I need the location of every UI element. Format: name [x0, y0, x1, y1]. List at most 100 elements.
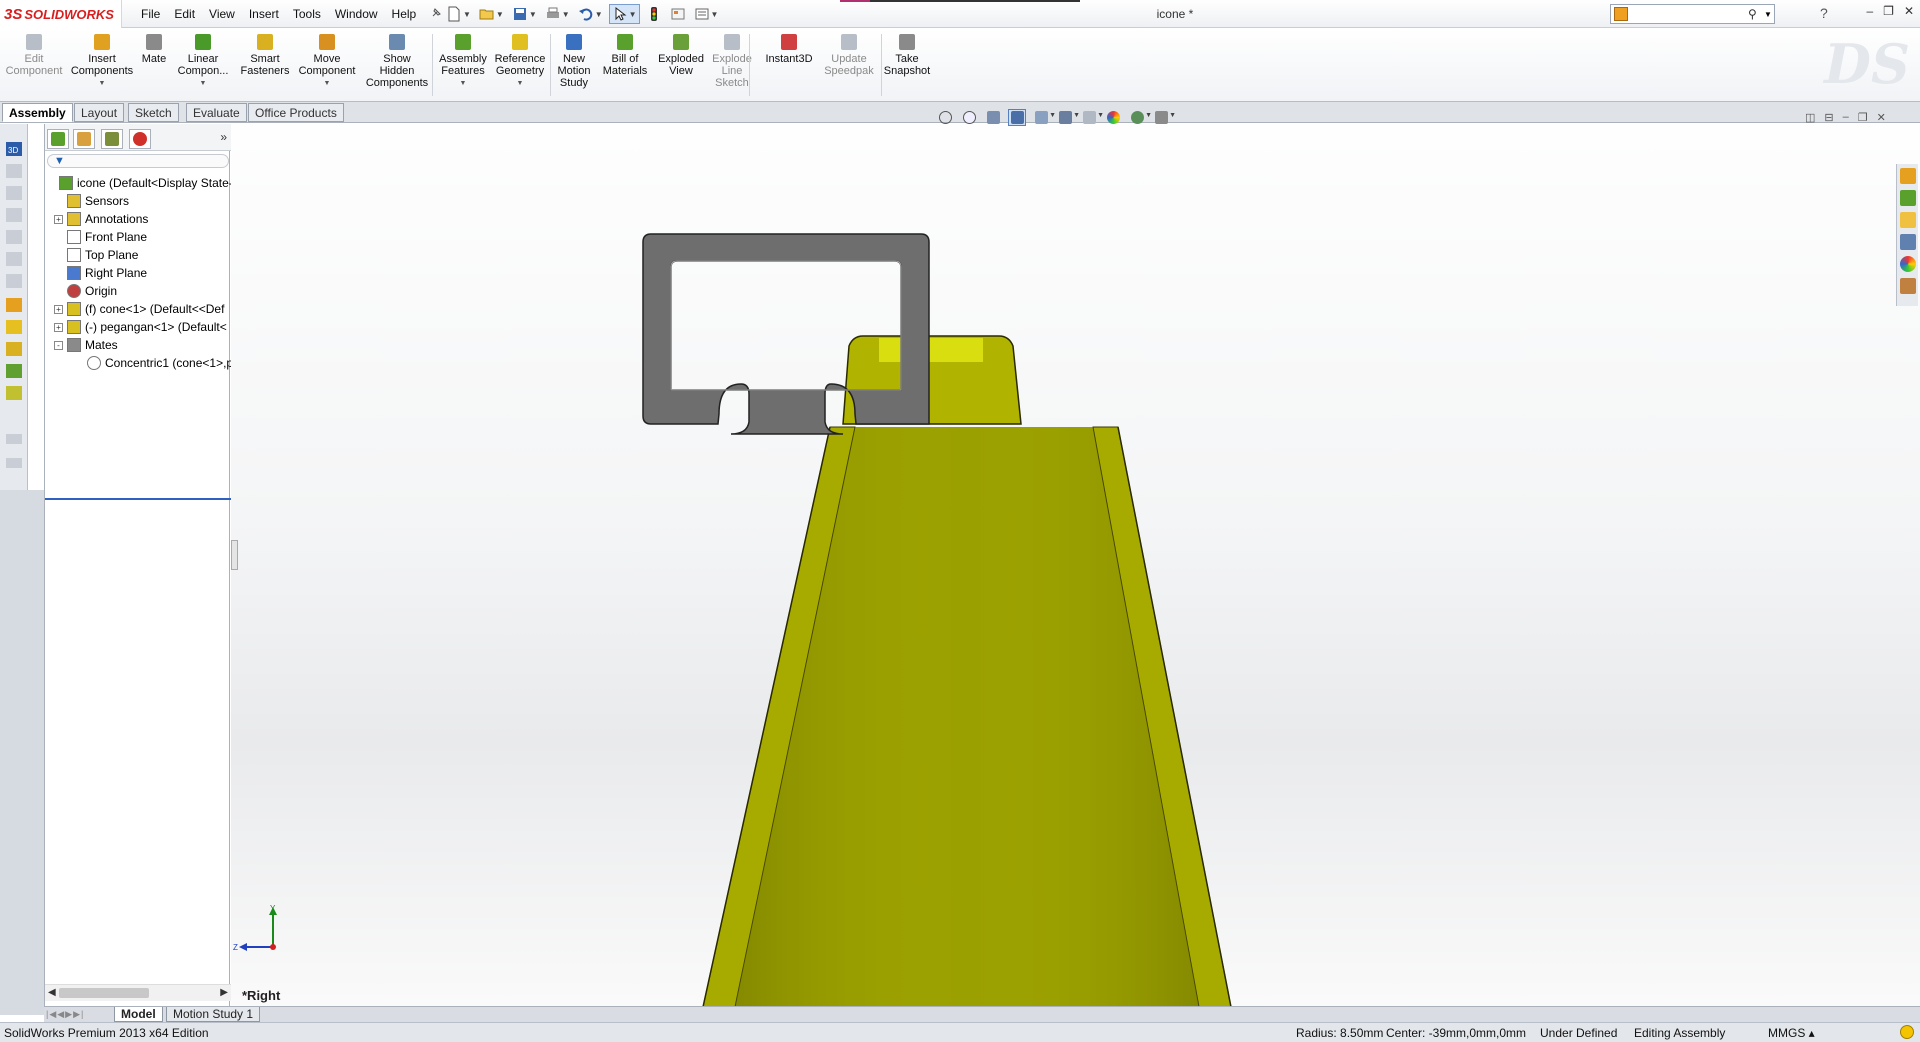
relations-icon[interactable]	[6, 320, 22, 334]
display-manager-tab[interactable]	[129, 129, 151, 149]
tree-item[interactable]: + Annotations	[45, 210, 231, 228]
plane-tool-icon[interactable]	[6, 458, 22, 468]
minimize-button[interactable]: –	[1866, 4, 1873, 18]
dropdown-arrow-icon[interactable]: ▼	[200, 78, 207, 90]
appearances-icon[interactable]	[1900, 256, 1916, 272]
tree-item[interactable]: Front Plane	[45, 228, 231, 246]
scroll-left-icon[interactable]: ◀	[48, 987, 56, 998]
tree-item[interactable]: Top Plane	[45, 246, 231, 264]
save-button[interactable]: ▼	[510, 4, 539, 24]
configuration-manager-tab[interactable]	[101, 129, 123, 149]
dropdown-arrow-icon[interactable]: ▼	[99, 78, 106, 90]
edit-component-command[interactable]: Edit Component	[0, 34, 68, 77]
tree-item[interactable]: Sensors	[45, 192, 231, 210]
file-explorer-icon[interactable]	[1900, 212, 1916, 228]
search-input[interactable]	[1628, 8, 1748, 20]
spline-icon[interactable]	[6, 274, 22, 288]
scroll-thumb[interactable]	[59, 988, 149, 998]
tree-item[interactable]: + (-) pegangan<1> (Default<	[45, 318, 231, 336]
tab-office-products[interactable]: Office Products	[248, 103, 344, 122]
viewport-split-icon[interactable]: ◫	[1805, 111, 1815, 124]
tree-filter[interactable]: ▼	[47, 154, 229, 168]
search-dropdown-icon[interactable]: ▼	[1762, 10, 1774, 19]
tab-assembly[interactable]: Assembly	[2, 103, 73, 122]
help-icon[interactable]: ?	[1820, 5, 1828, 21]
zoom-to-area-button[interactable]	[960, 109, 978, 126]
dropdown-arrow-icon[interactable]: ▼	[324, 78, 331, 90]
rebuild-button[interactable]	[644, 4, 664, 24]
expand-icon[interactable]: +	[54, 305, 63, 314]
viewport-tile-icon[interactable]: ⊟	[1824, 111, 1833, 124]
arc-icon[interactable]	[6, 252, 22, 266]
viewport-restore-icon[interactable]: ❐	[1858, 111, 1868, 124]
convert-entities-icon[interactable]	[6, 386, 22, 400]
dimension-icon[interactable]	[6, 298, 22, 312]
menu-help[interactable]: Help	[385, 7, 424, 21]
show-hidden-command[interactable]: Show Hidden Components	[363, 34, 431, 89]
apply-scene-button[interactable]: ▼	[1128, 109, 1152, 126]
linear-pattern-command[interactable]: Linear Compon... ▼	[169, 34, 237, 90]
previous-view-button[interactable]	[984, 109, 1002, 126]
line-icon[interactable]	[6, 186, 22, 200]
dropdown-arrow-icon[interactable]: ▼	[460, 78, 467, 90]
sketch-fillet-icon[interactable]	[6, 342, 22, 356]
instant3d-command[interactable]: Instant3D	[755, 34, 823, 65]
search-box[interactable]: ⚲ ▼	[1610, 4, 1775, 24]
property-manager-tab[interactable]	[73, 129, 95, 149]
options-button[interactable]: ▼	[692, 4, 721, 24]
sketch-tool-icon[interactable]	[6, 434, 22, 444]
circle-icon[interactable]	[6, 230, 22, 244]
menu-edit[interactable]: Edit	[167, 7, 202, 21]
rollback-bar[interactable]	[45, 498, 231, 500]
tree-item[interactable]: + (f) cone<1> (Default<<Def	[45, 300, 231, 318]
edit-appearance-button[interactable]	[1104, 109, 1122, 126]
move-component-command[interactable]: Move Component ▼	[293, 34, 361, 90]
viewport-minimize-icon[interactable]: –	[1843, 111, 1849, 124]
rebuild-status-icon[interactable]	[1900, 1025, 1914, 1039]
rectangle-icon[interactable]	[6, 208, 22, 222]
snapshot-command[interactable]: Take Snapshot	[873, 34, 941, 77]
tab-model[interactable]: Model	[114, 1007, 163, 1022]
tree-item[interactable]: - Mates	[45, 336, 231, 354]
tab-navigation-arrows[interactable]: |◀◀▶▶|	[46, 1009, 84, 1020]
tab-motion-study-1[interactable]: Motion Study 1	[166, 1007, 261, 1022]
sketch-3d-icon[interactable]: 3D	[6, 142, 22, 156]
print-button[interactable]: ▼	[543, 4, 572, 24]
select-button[interactable]: ▼	[608, 4, 640, 24]
expand-panel-icon[interactable]: »	[220, 130, 227, 144]
scroll-right-icon[interactable]: ▶	[220, 987, 228, 998]
search-icon[interactable]: ⚲	[1748, 7, 1762, 21]
collapse-icon[interactable]: -	[54, 341, 63, 350]
new-document-button[interactable]: ▼	[444, 4, 473, 24]
custom-properties-icon[interactable]	[1900, 278, 1916, 294]
tab-evaluate[interactable]: Evaluate	[186, 103, 247, 122]
view-settings-button[interactable]: ▼	[1152, 109, 1176, 126]
menu-view[interactable]: View	[202, 7, 242, 21]
view-orientation-button[interactable]: ▼	[1032, 109, 1056, 126]
tree-item[interactable]: Right Plane	[45, 264, 231, 282]
menu-window[interactable]: Window	[328, 7, 385, 21]
tab-sketch[interactable]: Sketch	[128, 103, 179, 122]
tree-item[interactable]: Concentric1 (cone<1>,p	[45, 354, 231, 372]
menu-file[interactable]: File	[134, 7, 167, 21]
solidworks-logo[interactable]: 3S SOLIDWORKS	[0, 0, 122, 28]
feature-tree-tab[interactable]	[47, 129, 69, 149]
smart-dimension-icon[interactable]	[6, 164, 22, 178]
viewport-close-icon[interactable]: ✕	[1877, 111, 1886, 124]
open-button[interactable]: ▼	[477, 4, 506, 24]
menu-tools[interactable]: Tools	[286, 7, 328, 21]
hide-show-items-button[interactable]: ▼	[1080, 109, 1104, 126]
display-style-button[interactable]: ▼	[1056, 109, 1080, 126]
zoom-to-fit-button[interactable]	[936, 109, 954, 126]
solidworks-resources-icon[interactable]	[1900, 168, 1916, 184]
smart-fasteners-command[interactable]: Smart Fasteners	[231, 34, 299, 77]
tree-item[interactable]: icone (Default<Display State-1	[45, 174, 231, 192]
design-library-icon[interactable]	[1900, 190, 1916, 206]
tree-item[interactable]: Origin	[45, 282, 231, 300]
knowledge-base-icon[interactable]	[1614, 7, 1628, 21]
close-button[interactable]: ✕	[1904, 4, 1914, 18]
dropdown-arrow-icon[interactable]: ▼	[517, 78, 524, 90]
assembly-model[interactable]	[231, 124, 1920, 1007]
undo-button[interactable]: ▼	[576, 4, 605, 24]
view-palette-icon[interactable]	[1900, 234, 1916, 250]
